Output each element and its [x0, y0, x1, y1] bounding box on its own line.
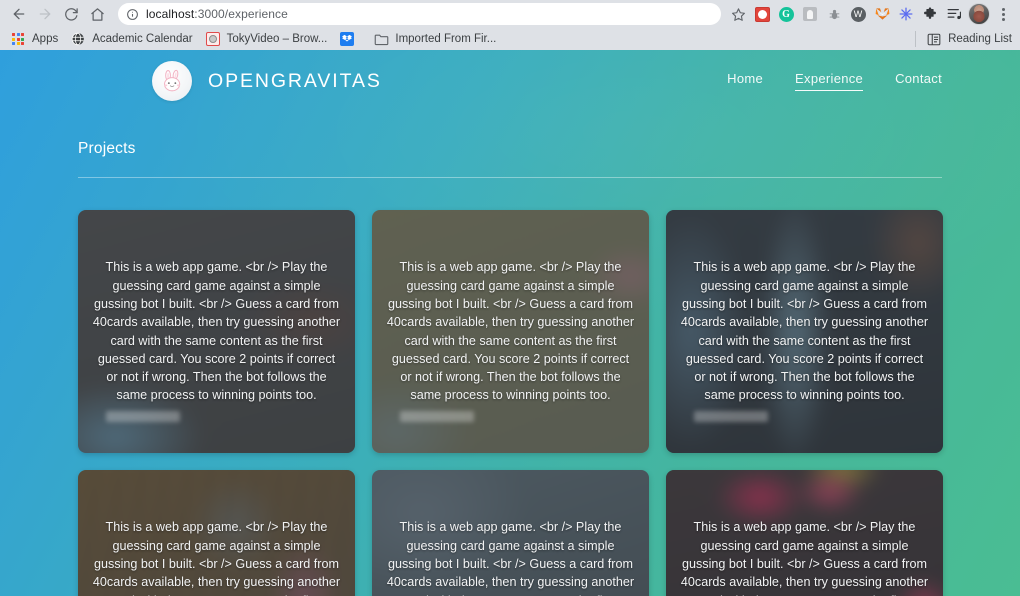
site-navigation: Home Experience Contact: [727, 71, 942, 91]
project-card-description: This is a web app game. <br /> Play the …: [92, 260, 341, 403]
project-card-description: This is a web app game. <br /> Play the …: [386, 260, 635, 403]
bookmark-imported-from-firefox[interactable]: Imported From Fir...: [369, 29, 504, 49]
site-header: OPENGRAVITAS Home Experience Contact: [0, 50, 1020, 112]
bookmark-dropbox[interactable]: [335, 29, 369, 49]
grammarly-extension-icon[interactable]: G: [775, 3, 797, 25]
profile-avatar-icon[interactable]: [968, 3, 990, 25]
page-content: Projects This is a web app game. <br /> …: [0, 140, 1020, 596]
browser-toolbar: localhost:3000/experience G W: [0, 0, 1020, 28]
bookmarks-bar: Apps Academic Calendar TokyVideo – Brow.…: [0, 28, 1020, 50]
url-path: :3000/experience: [194, 7, 288, 21]
project-card[interactable]: This is a web app game. <br /> Play the …: [666, 470, 943, 596]
page-title: Projects: [78, 140, 136, 157]
brand-name: OPENGRAVITAS: [208, 69, 382, 92]
project-card-description: This is a web app game. <br /> Play the …: [680, 260, 929, 403]
three-dot-menu-icon[interactable]: [992, 3, 1014, 25]
nav-link-experience[interactable]: Experience: [795, 71, 864, 91]
reading-list-icon: [926, 31, 942, 47]
apps-grid-icon: [10, 31, 26, 47]
address-bar-url: localhost:3000/experience: [146, 7, 288, 21]
project-card[interactable]: This is a web app game. <br /> Play the …: [666, 210, 943, 453]
playlist-extension-icon[interactable]: [943, 3, 965, 25]
dropbox-icon: [339, 31, 355, 47]
project-card-description: This is a web app game. <br /> Play the …: [386, 520, 635, 596]
bookmark-label: TokyVideo – Brow...: [226, 33, 328, 45]
url-host: localhost: [146, 7, 195, 21]
title-divider: [78, 177, 942, 178]
metamask-extension-icon[interactable]: [871, 3, 893, 25]
address-bar[interactable]: localhost:3000/experience: [118, 3, 721, 25]
wappalyzer-extension-icon[interactable]: W: [847, 3, 869, 25]
project-card-description: This is a web app game. <br /> Play the …: [680, 520, 929, 596]
pocket-extension-icon[interactable]: [799, 3, 821, 25]
bookmark-apps[interactable]: Apps: [6, 29, 66, 49]
forward-button[interactable]: [32, 1, 58, 27]
project-card-thumbnail-label: [106, 411, 180, 422]
project-card[interactable]: This is a web app game. <br /> Play the …: [372, 470, 649, 596]
project-card-thumbnail-label: [694, 411, 768, 422]
reload-button[interactable]: [58, 1, 84, 27]
reading-list-button[interactable]: Reading List: [915, 31, 1012, 47]
browser-chrome: localhost:3000/experience G W Apps Acade…: [0, 0, 1020, 50]
snowflake-extension-icon[interactable]: [895, 3, 917, 25]
page-viewport: OPENGRAVITAS Home Experience Contact Pro…: [0, 50, 1020, 596]
tokyvideo-icon: [205, 31, 221, 47]
project-card[interactable]: This is a web app game. <br /> Play the …: [78, 210, 355, 453]
project-card[interactable]: This is a web app game. <br /> Play the …: [372, 210, 649, 453]
nav-link-home[interactable]: Home: [727, 71, 763, 91]
reading-list-label: Reading List: [948, 33, 1012, 45]
project-card-description: This is a web app game. <br /> Play the …: [92, 520, 341, 596]
info-circle-icon: [126, 8, 139, 21]
bookmark-label: Academic Calendar: [92, 33, 193, 45]
project-card[interactable]: This is a web app game. <br /> Play the …: [78, 470, 355, 596]
puzzle-extensions-icon[interactable]: [919, 3, 941, 25]
nav-link-contact[interactable]: Contact: [895, 71, 942, 91]
project-card-thumbnail-label: [400, 411, 474, 422]
brand[interactable]: OPENGRAVITAS: [152, 61, 382, 101]
bookmark-star-icon[interactable]: [727, 3, 749, 25]
bookmark-label: Apps: [32, 33, 59, 45]
projects-grid: This is a web app game. <br /> Play the …: [78, 210, 943, 596]
bookmark-label: Imported From Fir...: [395, 33, 497, 45]
globe-icon: [70, 31, 86, 47]
folder-icon: [373, 31, 389, 47]
bookmark-tokyvideo[interactable]: TokyVideo – Brow...: [201, 29, 336, 49]
bunny-logo-icon: [152, 61, 192, 101]
adblock-extension-icon[interactable]: [751, 3, 773, 25]
bug-extension-icon[interactable]: [823, 3, 845, 25]
extension-icons: G W: [751, 3, 965, 25]
bookmark-academic-calendar[interactable]: Academic Calendar: [66, 29, 200, 49]
back-button[interactable]: [6, 1, 32, 27]
home-button[interactable]: [84, 1, 110, 27]
